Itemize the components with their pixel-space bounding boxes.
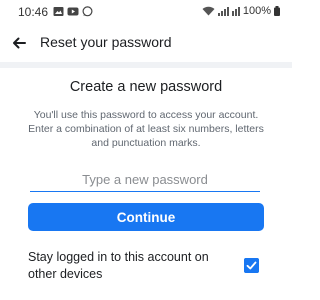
arrow-left-icon[interactable]: [9, 33, 29, 53]
continue-button[interactable]: Continue: [28, 203, 264, 231]
youtube-icon: [67, 7, 79, 16]
whatsapp-icon: [82, 6, 93, 17]
section-divider: [0, 62, 292, 68]
battery-icon: [274, 6, 280, 16]
notification-icons: [53, 6, 93, 17]
app-bar: Reset your password: [0, 26, 292, 60]
system-status: 100%: [202, 5, 280, 17]
battery-percentage: 100%: [242, 5, 271, 17]
status-bar: 10:46 100%: [0, 0, 292, 26]
wifi-icon: [202, 6, 215, 16]
gallery-icon: [53, 7, 64, 16]
page-title: Reset your password: [40, 34, 172, 50]
new-password-input[interactable]: [30, 168, 260, 192]
stay-logged-in-label: Stay logged in to this account on other …: [28, 250, 209, 281]
form-heading: Create a new password: [69, 79, 223, 95]
form-description: You'll use this password to access your …: [28, 109, 264, 149]
status-time: 10:46: [18, 5, 49, 19]
stay-logged-in-checkbox[interactable]: [244, 258, 259, 273]
signal-icon: [217, 7, 240, 16]
